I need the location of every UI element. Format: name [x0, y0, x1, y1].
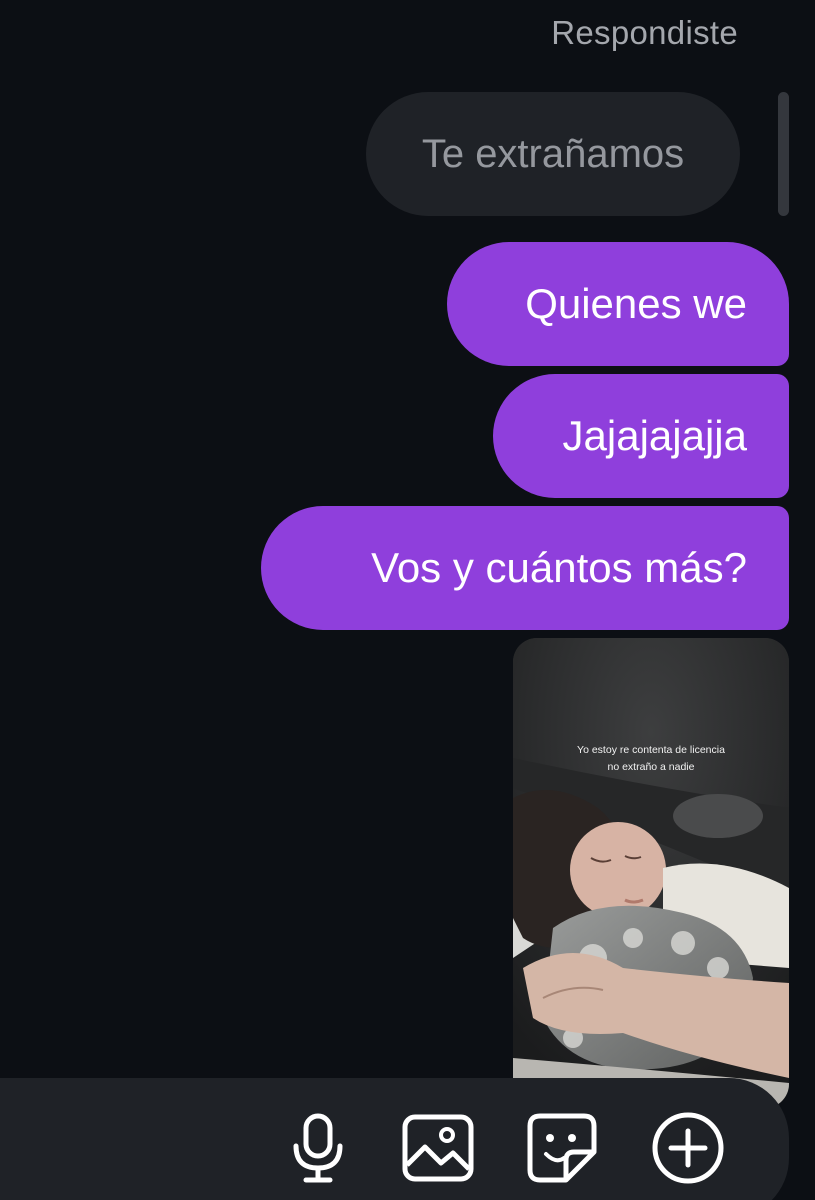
message-text: Jajajajajja: [562, 412, 747, 459]
voice-message-button[interactable]: [278, 1108, 358, 1188]
message-text: Quienes we: [525, 280, 747, 327]
image-icon: [402, 1114, 474, 1182]
sent-message[interactable]: Jajajajajja: [493, 374, 789, 498]
sent-message[interactable]: Vos y cuántos más?: [261, 506, 789, 630]
sticker-icon: [527, 1113, 597, 1183]
plus-circle-icon: [652, 1112, 724, 1184]
story-caption-line: Yo estoy re contenta de licencia: [577, 744, 725, 756]
message-text: Vos y cuántos más?: [371, 544, 747, 591]
more-options-button[interactable]: [648, 1108, 728, 1188]
sent-message[interactable]: Quienes we: [447, 242, 789, 366]
story-caption-line: no extraño a nadie: [607, 761, 695, 773]
scrollbar[interactable]: [778, 92, 789, 216]
story-photo: [513, 638, 789, 1108]
gallery-button[interactable]: [398, 1108, 478, 1188]
quoted-story-reply[interactable]: Te extrañamos: [366, 92, 740, 216]
shared-story-card[interactable]: Yo estoy re contenta de licencia no extr…: [513, 638, 789, 1108]
chat-screen: Respondiste Te extrañamos Quienes we Jaj…: [0, 0, 815, 1200]
quoted-story-text: Te extrañamos: [421, 131, 685, 176]
story-caption: Yo estoy re contenta de licencia no extr…: [513, 742, 789, 776]
microphone-icon: [293, 1113, 343, 1183]
replied-label: Respondiste: [551, 14, 738, 51]
sticker-button[interactable]: [522, 1108, 602, 1188]
